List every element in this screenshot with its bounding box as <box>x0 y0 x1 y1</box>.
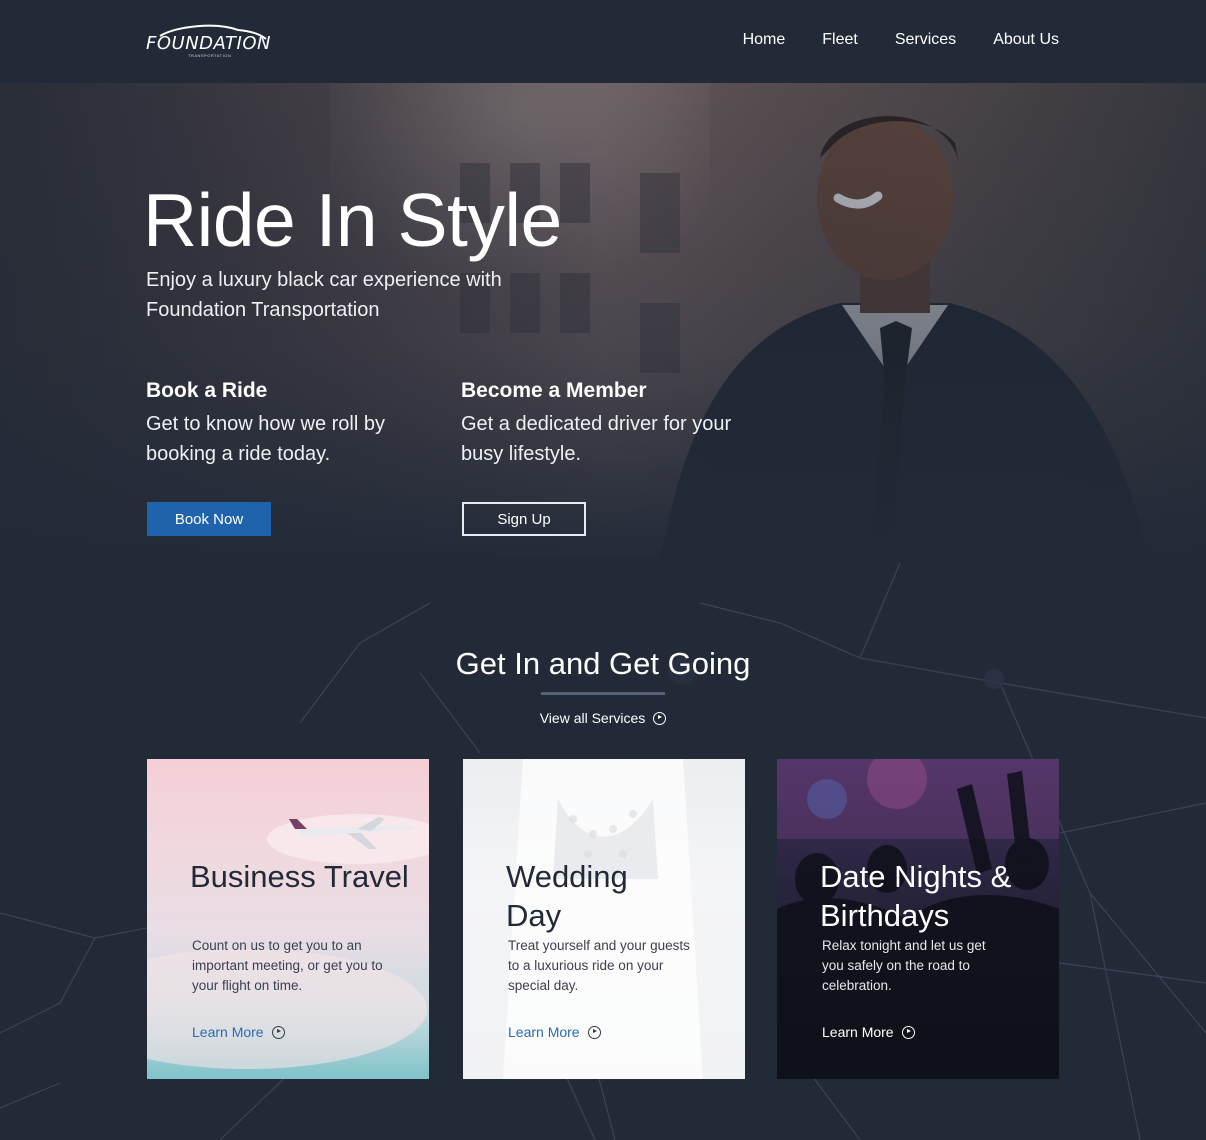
service-card-business-travel[interactable]: Business Travel Count on us to get you t… <box>147 759 429 1079</box>
book-ride-heading: Book a Ride <box>146 379 268 402</box>
view-all-label: View all Services <box>539 710 646 726</box>
membership-block: Become a Member Get a dedicated driver f… <box>461 379 761 469</box>
card-description: Count on us to get you to an important m… <box>192 938 383 993</box>
hero-section: Ride In Style Enjoy a luxury black car e… <box>0 83 1206 563</box>
learn-more-label: Learn More <box>192 1024 264 1040</box>
learn-more-label: Learn More <box>508 1024 580 1040</box>
card-title: Business Travel <box>190 859 409 894</box>
book-ride-text: Get to know how we roll by booking a rid… <box>146 413 385 465</box>
service-card-wedding-day[interactable]: Wedding Day Treat yourself and your gues… <box>463 759 745 1079</box>
logo-subtext: TRANSPORTATION <box>188 53 232 58</box>
play-circle-icon <box>901 1025 915 1039</box>
nav-home[interactable]: Home <box>743 31 786 49</box>
title-divider <box>541 692 665 695</box>
nav-fleet[interactable]: Fleet <box>822 31 858 49</box>
learn-more-link[interactable]: Learn More <box>508 1024 601 1040</box>
main-nav: Home Fleet Services About Us <box>743 31 1059 49</box>
service-card-date-nights[interactable]: Date Nights & Birthdays Relax tonight an… <box>777 759 1059 1079</box>
nav-services[interactable]: Services <box>895 31 956 49</box>
sign-up-button[interactable]: Sign Up <box>462 502 586 536</box>
card-description: Relax tonight and let us get you safely … <box>822 938 986 993</box>
view-all-services-link[interactable]: View all Services <box>0 710 1206 726</box>
card-title: Date Nights & Birthdays <box>820 859 1012 933</box>
learn-more-link[interactable]: Learn More <box>822 1024 915 1040</box>
services-title: Get In and Get Going <box>455 646 751 681</box>
book-now-button[interactable]: Book Now <box>147 502 271 536</box>
airplane-sky-image <box>147 814 429 1069</box>
membership-heading: Become a Member <box>461 379 647 402</box>
hero-subtitle: Enjoy a luxury black car experience with… <box>146 269 502 321</box>
play-circle-icon <box>271 1025 285 1039</box>
logo-text: FOUNDATION <box>146 33 271 54</box>
card-description: Treat yourself and your guests to a luxu… <box>508 938 690 993</box>
logo[interactable]: FOUNDATION TRANSPORTATION <box>146 22 274 60</box>
learn-more-label: Learn More <box>822 1024 894 1040</box>
card-title: Wedding Day <box>506 859 628 933</box>
membership-text: Get a dedicated driver for your busy lif… <box>461 413 732 465</box>
hero-title: Ride In Style <box>143 178 562 262</box>
play-circle-icon <box>653 711 667 725</box>
site-header: FOUNDATION TRANSPORTATION Home Fleet Ser… <box>0 0 1206 83</box>
book-ride-block: Book a Ride Get to know how we roll by b… <box>146 379 446 469</box>
nav-about-us[interactable]: About Us <box>993 31 1059 49</box>
learn-more-link[interactable]: Learn More <box>192 1024 285 1040</box>
play-circle-icon <box>587 1025 601 1039</box>
